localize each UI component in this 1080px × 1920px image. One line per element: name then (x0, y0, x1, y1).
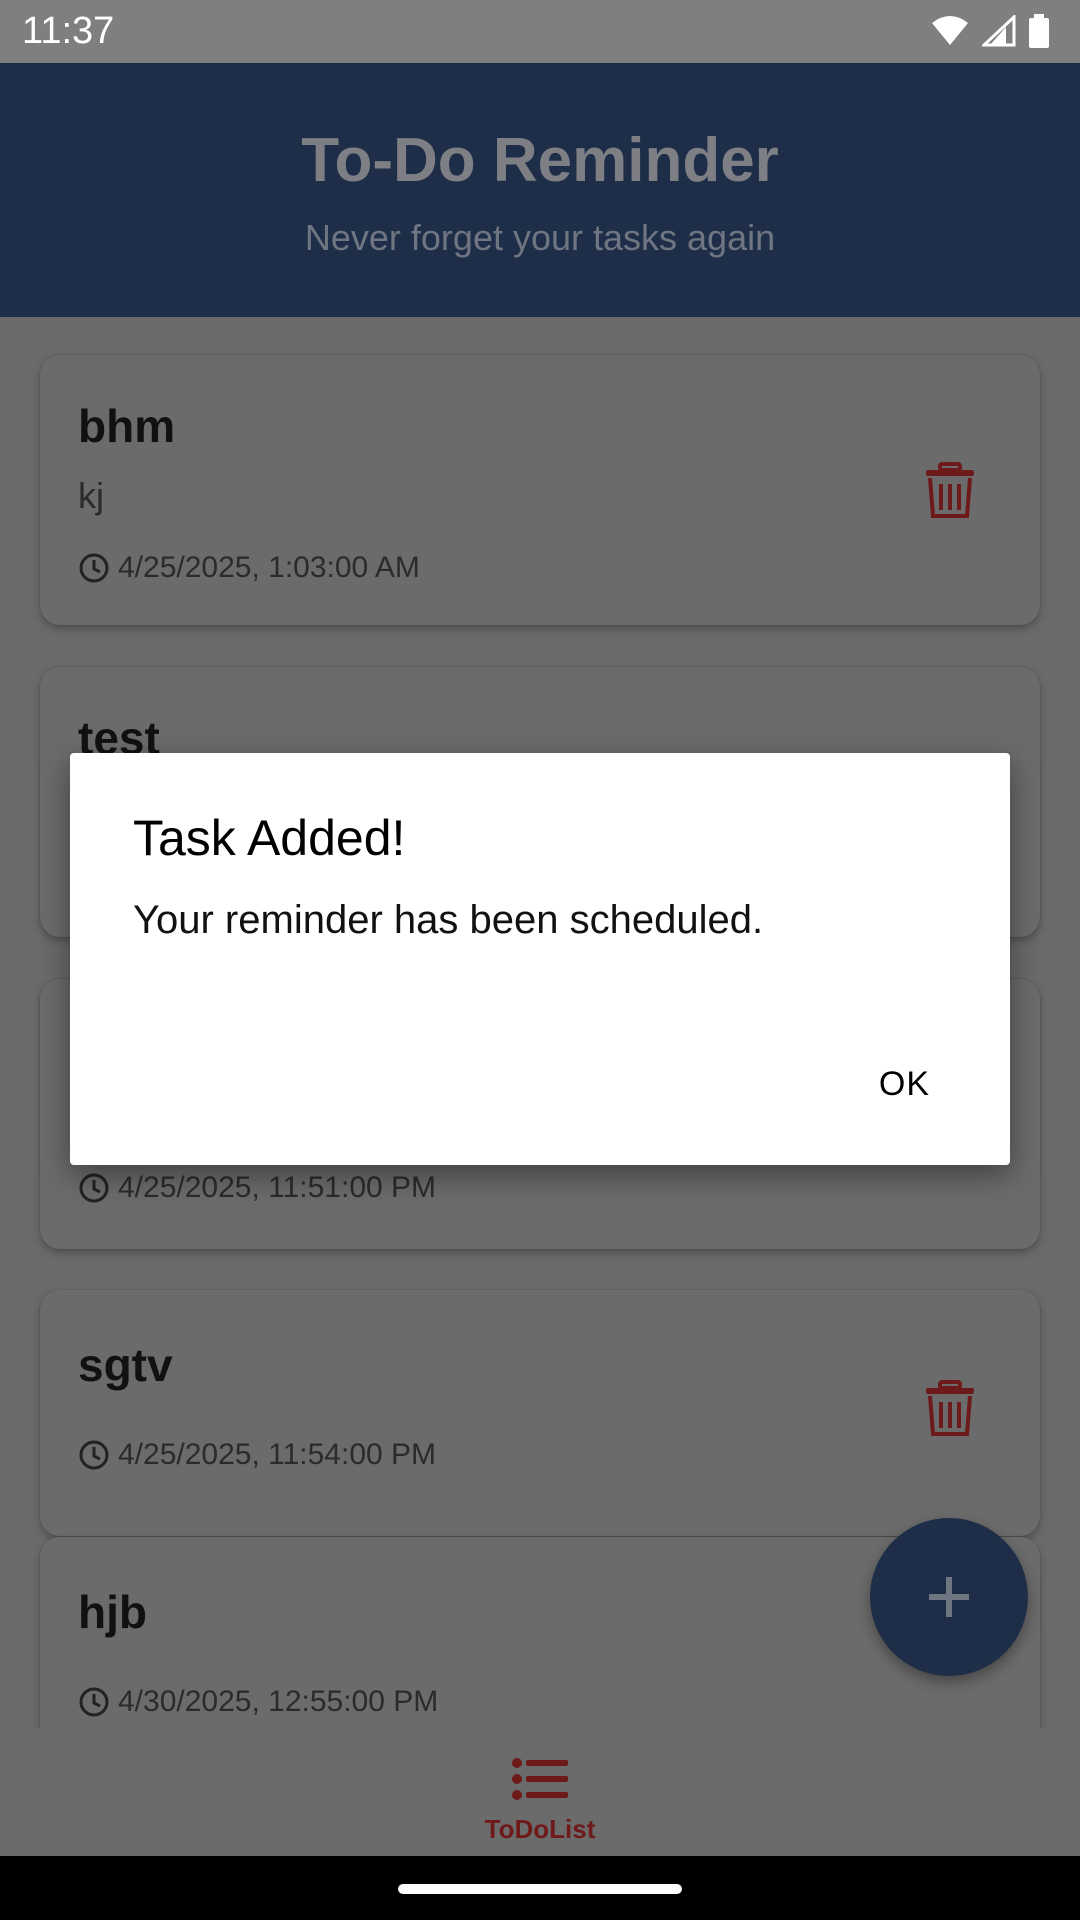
task-datetime: 4/25/2025, 1:03:00 AM (78, 551, 420, 585)
bottom-nav: ToDoList (0, 1728, 1080, 1856)
trash-icon[interactable] (924, 462, 976, 518)
trash-icon[interactable] (924, 1380, 976, 1436)
task-card[interactable]: sgtv 4/25/2025, 11:54:00 PM (40, 1290, 1040, 1536)
task-datetime-text: 4/25/2025, 11:51:00 PM (118, 1171, 437, 1204)
wifi-icon (932, 16, 968, 45)
task-datetime: 4/25/2025, 11:54:00 PM (78, 1438, 436, 1472)
status-bar: 11:37 (0, 0, 1080, 63)
clock-icon (79, 1687, 109, 1717)
ok-button[interactable]: OK (869, 1059, 940, 1110)
task-datetime-text: 4/25/2025, 1:03:00 AM (118, 551, 420, 584)
clock-icon (79, 1440, 109, 1470)
task-card[interactable]: bhm kj 4/25/2025, 1:03:00 AM (40, 355, 1040, 625)
system-nav-bar (0, 1856, 1080, 1920)
task-datetime: 4/25/2025, 11:51:00 PM (78, 1171, 436, 1205)
signal-icon (982, 15, 1016, 47)
list-icon (512, 1758, 568, 1800)
nav-item-todolist[interactable]: ToDoList (460, 1728, 620, 1856)
plus-icon (929, 1577, 969, 1617)
add-task-button[interactable] (870, 1518, 1028, 1676)
task-title: bhm (78, 400, 176, 452)
task-datetime-text: 4/30/2025, 12:55:00 PM (118, 1685, 439, 1718)
app-header: To-Do Reminder Never forget your tasks a… (0, 63, 1080, 317)
dialog-title: Task Added! (133, 810, 406, 866)
task-datetime: 4/30/2025, 12:55:00 PM (78, 1685, 438, 1719)
status-icons (930, 14, 1050, 48)
clock-icon (79, 553, 109, 583)
task-description: kj (78, 475, 104, 516)
dialog-message: Your reminder has been scheduled. (133, 898, 764, 942)
app-subtitle: Never forget your tasks again (304, 217, 776, 258)
task-title: sgtv (78, 1339, 173, 1391)
task-datetime-text: 4/25/2025, 11:54:00 PM (118, 1438, 437, 1471)
task-added-dialog: Task Added! Your reminder has been sched… (70, 753, 1010, 1165)
battery-icon (1029, 14, 1049, 48)
task-title: hjb (78, 1586, 147, 1638)
clock-icon (79, 1173, 109, 1203)
nav-label: ToDoList (484, 1814, 596, 1844)
app-title: To-Do Reminder (301, 126, 779, 195)
home-handle[interactable] (398, 1884, 682, 1894)
status-time: 11:37 (22, 10, 115, 52)
